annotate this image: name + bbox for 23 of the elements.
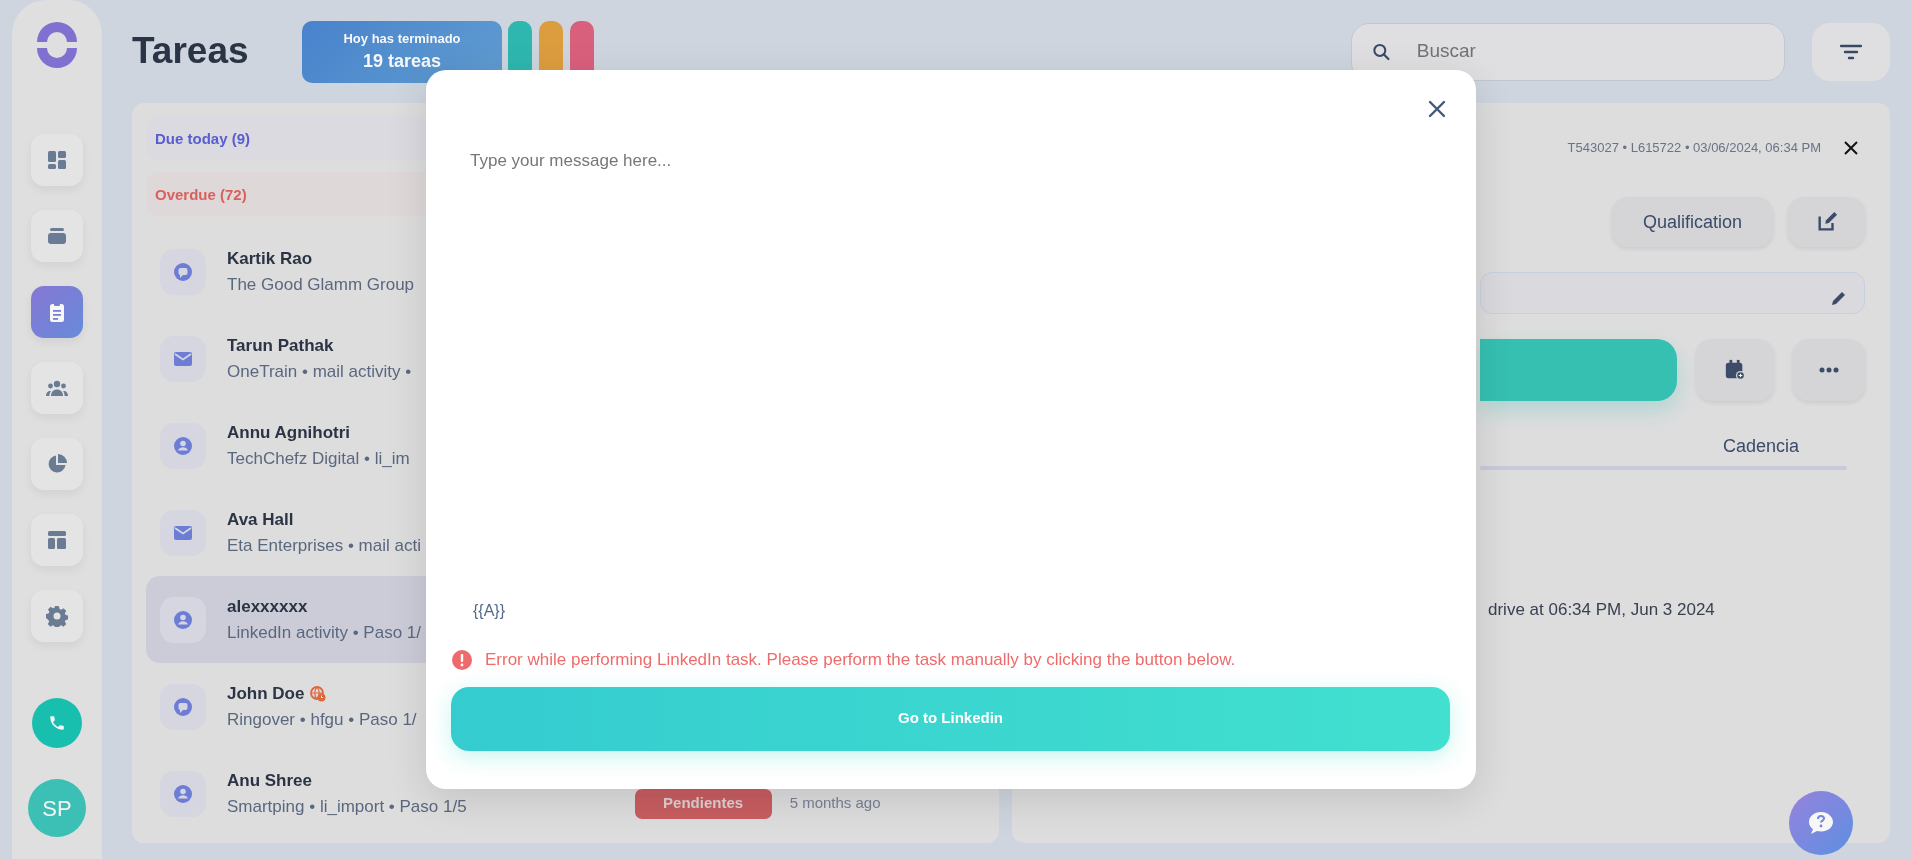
error-message: Error while performing LinkedIn task. Please perform the task manually by clicking the button below. xyxy=(485,649,1236,671)
task-subtitle: LinkedIn activity • Paso 1/ xyxy=(227,621,421,644)
contact-name: Annu Agnihotri xyxy=(227,422,351,444)
page-title: Tareas xyxy=(132,29,250,74)
task-subtitle: Smartping • li_import • Paso 1/5 xyxy=(227,795,467,818)
task-subtitle: OneTrain • mail activity • xyxy=(227,360,412,383)
task-time: 5 months ago xyxy=(789,793,881,814)
task-meta: T543027 • L615722 • 03/06/2024, 06:34 PM xyxy=(1567,139,1821,158)
task-subtitle: TechChefz Digital • li_im xyxy=(227,447,410,470)
contact-name: Anu Shree xyxy=(227,770,313,792)
status-badge: Pendientes xyxy=(634,788,772,819)
summary-value: 19 tareas xyxy=(361,50,443,73)
contact-name: Tarun Pathak xyxy=(227,335,334,357)
variable-tag: {{A}} xyxy=(473,599,1450,623)
activity-text: drive at 06:34 PM, Jun 3 2024 xyxy=(1487,599,1716,621)
contact-name: alexxxxxx xyxy=(227,596,308,618)
task-subtitle: The Good Glamm Group xyxy=(227,273,415,296)
contact-name: John Doe xyxy=(227,683,305,705)
contact-name: Ava Hall xyxy=(227,509,294,531)
contact-name: Kartik Rao xyxy=(227,248,313,270)
summary-caption: Hoy has terminado xyxy=(342,29,462,48)
task-subtitle: Ringover • hfgu • Paso 1/ xyxy=(227,708,417,731)
task-subtitle: Eta Enterprises • mail acti xyxy=(227,534,421,557)
